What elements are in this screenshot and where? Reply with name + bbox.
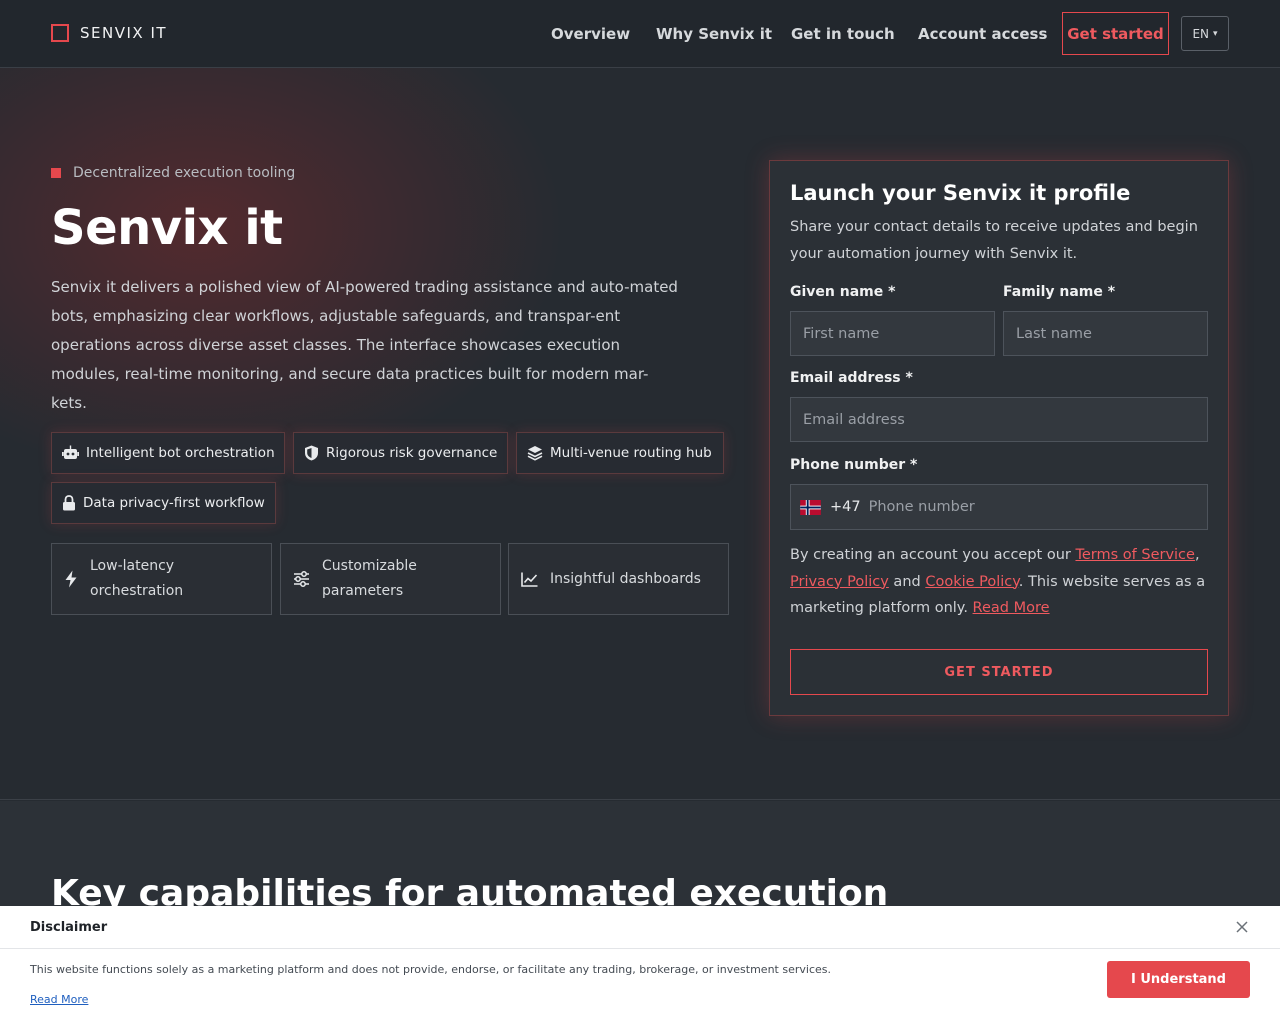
consent-and: and — [888, 573, 926, 590]
phone-label: Phone number * — [790, 457, 918, 473]
hero-eyebrow: Decentralized execution tooling — [51, 165, 295, 181]
pill-label: Multi-venue routing hub — [550, 445, 712, 461]
read-more-link[interactable]: Read More — [973, 600, 1050, 616]
pill-bot-orchestration: Intelligent bot orchestration — [51, 432, 285, 474]
nav-get-in-touch[interactable]: Get in touch — [791, 25, 895, 43]
pill-data-privacy: Data privacy-first workflow — [51, 482, 276, 524]
hero-section: Decentralized execution tooling Senvix i… — [0, 68, 1280, 800]
brand-square-icon — [51, 24, 69, 42]
pill-label: Data privacy-first workflow — [83, 495, 265, 511]
feature-label: Low-latency orchestration — [90, 558, 184, 599]
terms-link[interactable]: Terms of Service — [1075, 547, 1194, 563]
shield-icon — [305, 445, 318, 461]
nav-overview[interactable]: Overview — [551, 25, 630, 43]
phone-input[interactable] — [868, 499, 1189, 515]
email-label: Email address * — [790, 370, 913, 386]
chart-line-icon — [521, 572, 538, 587]
feature-custom-params: Customizable parameters — [280, 543, 501, 615]
disclaimer-header: Disclaimer — [0, 906, 1280, 949]
feature-dashboards: Insightful dashboards — [508, 543, 729, 615]
pill-label: Rigorous risk governance — [326, 445, 498, 461]
language-selector[interactable]: EN ▾ — [1181, 16, 1229, 51]
bolt-icon — [65, 570, 77, 588]
feature-label: Insightful dashboards — [550, 570, 701, 587]
layers-icon — [527, 446, 543, 461]
lock-icon — [63, 495, 75, 511]
pill-risk-governance: Rigorous risk governance — [293, 432, 508, 474]
phone-field: +47 — [790, 484, 1208, 530]
hero-description: Senvix it delivers a polished view of AI… — [51, 278, 678, 412]
pill-label: Intelligent bot orchestration — [86, 445, 275, 461]
signup-form-card: Launch your Senvix it profile Share your… — [769, 160, 1229, 716]
form-submit-button[interactable]: GET STARTED — [790, 649, 1208, 695]
nav-account-access[interactable]: Account access — [918, 25, 1047, 43]
disclaimer-read-more-link[interactable]: Read More — [30, 993, 88, 1006]
consent-comma: , — [1194, 547, 1200, 563]
family-name-label: Family name * — [1003, 284, 1116, 300]
eyebrow-square-icon — [51, 168, 61, 178]
hero-title: Senvix it — [51, 200, 283, 256]
brand-name: SENVIX IT — [80, 24, 168, 42]
nav-why-senvix[interactable]: Why Senvix it — [656, 25, 772, 43]
given-name-label: Given name * — [790, 284, 896, 300]
consent-text: By creating an account you accept our Te… — [790, 542, 1210, 622]
feature-label: Customizable parameters — [322, 558, 417, 599]
sliders-icon — [294, 571, 309, 587]
family-name-input[interactable] — [1003, 311, 1208, 356]
consent-prefix: By creating an account you accept our — [790, 547, 1076, 563]
top-navigation-bar: SENVIX IT Overview Why Senvix it Get in … — [0, 0, 1280, 68]
eyebrow-text: Decentralized execution tooling — [73, 165, 296, 181]
feature-low-latency: Low-latency orchestration — [51, 543, 272, 615]
robot-icon — [62, 445, 79, 459]
disclaimer-title: Disclaimer — [30, 920, 108, 935]
privacy-link[interactable]: Privacy Policy — [790, 574, 889, 590]
disclaimer-text: This website functions solely as a marke… — [30, 963, 831, 976]
form-subtitle: Share your contact details to receive up… — [790, 219, 1198, 262]
form-title: Launch your Senvix it profile — [790, 181, 1131, 205]
caret-down-icon: ▾ — [1213, 28, 1218, 39]
header-get-started-button[interactable]: Get started — [1062, 12, 1169, 55]
given-name-input[interactable] — [790, 311, 995, 356]
disclaimer-banner: Disclaimer This website functions solely… — [0, 906, 1280, 1024]
norway-flag-icon[interactable] — [800, 499, 821, 515]
phone-dial-code: +47 — [830, 499, 861, 515]
language-code: EN — [1192, 26, 1210, 41]
email-input[interactable] — [790, 397, 1208, 442]
brand-logo[interactable]: SENVIX IT — [51, 24, 167, 42]
understand-button[interactable]: I Understand — [1107, 961, 1250, 998]
cookie-link[interactable]: Cookie Policy — [925, 574, 1018, 590]
close-icon[interactable] — [1234, 919, 1250, 935]
pill-routing-hub: Multi-venue routing hub — [516, 432, 724, 474]
